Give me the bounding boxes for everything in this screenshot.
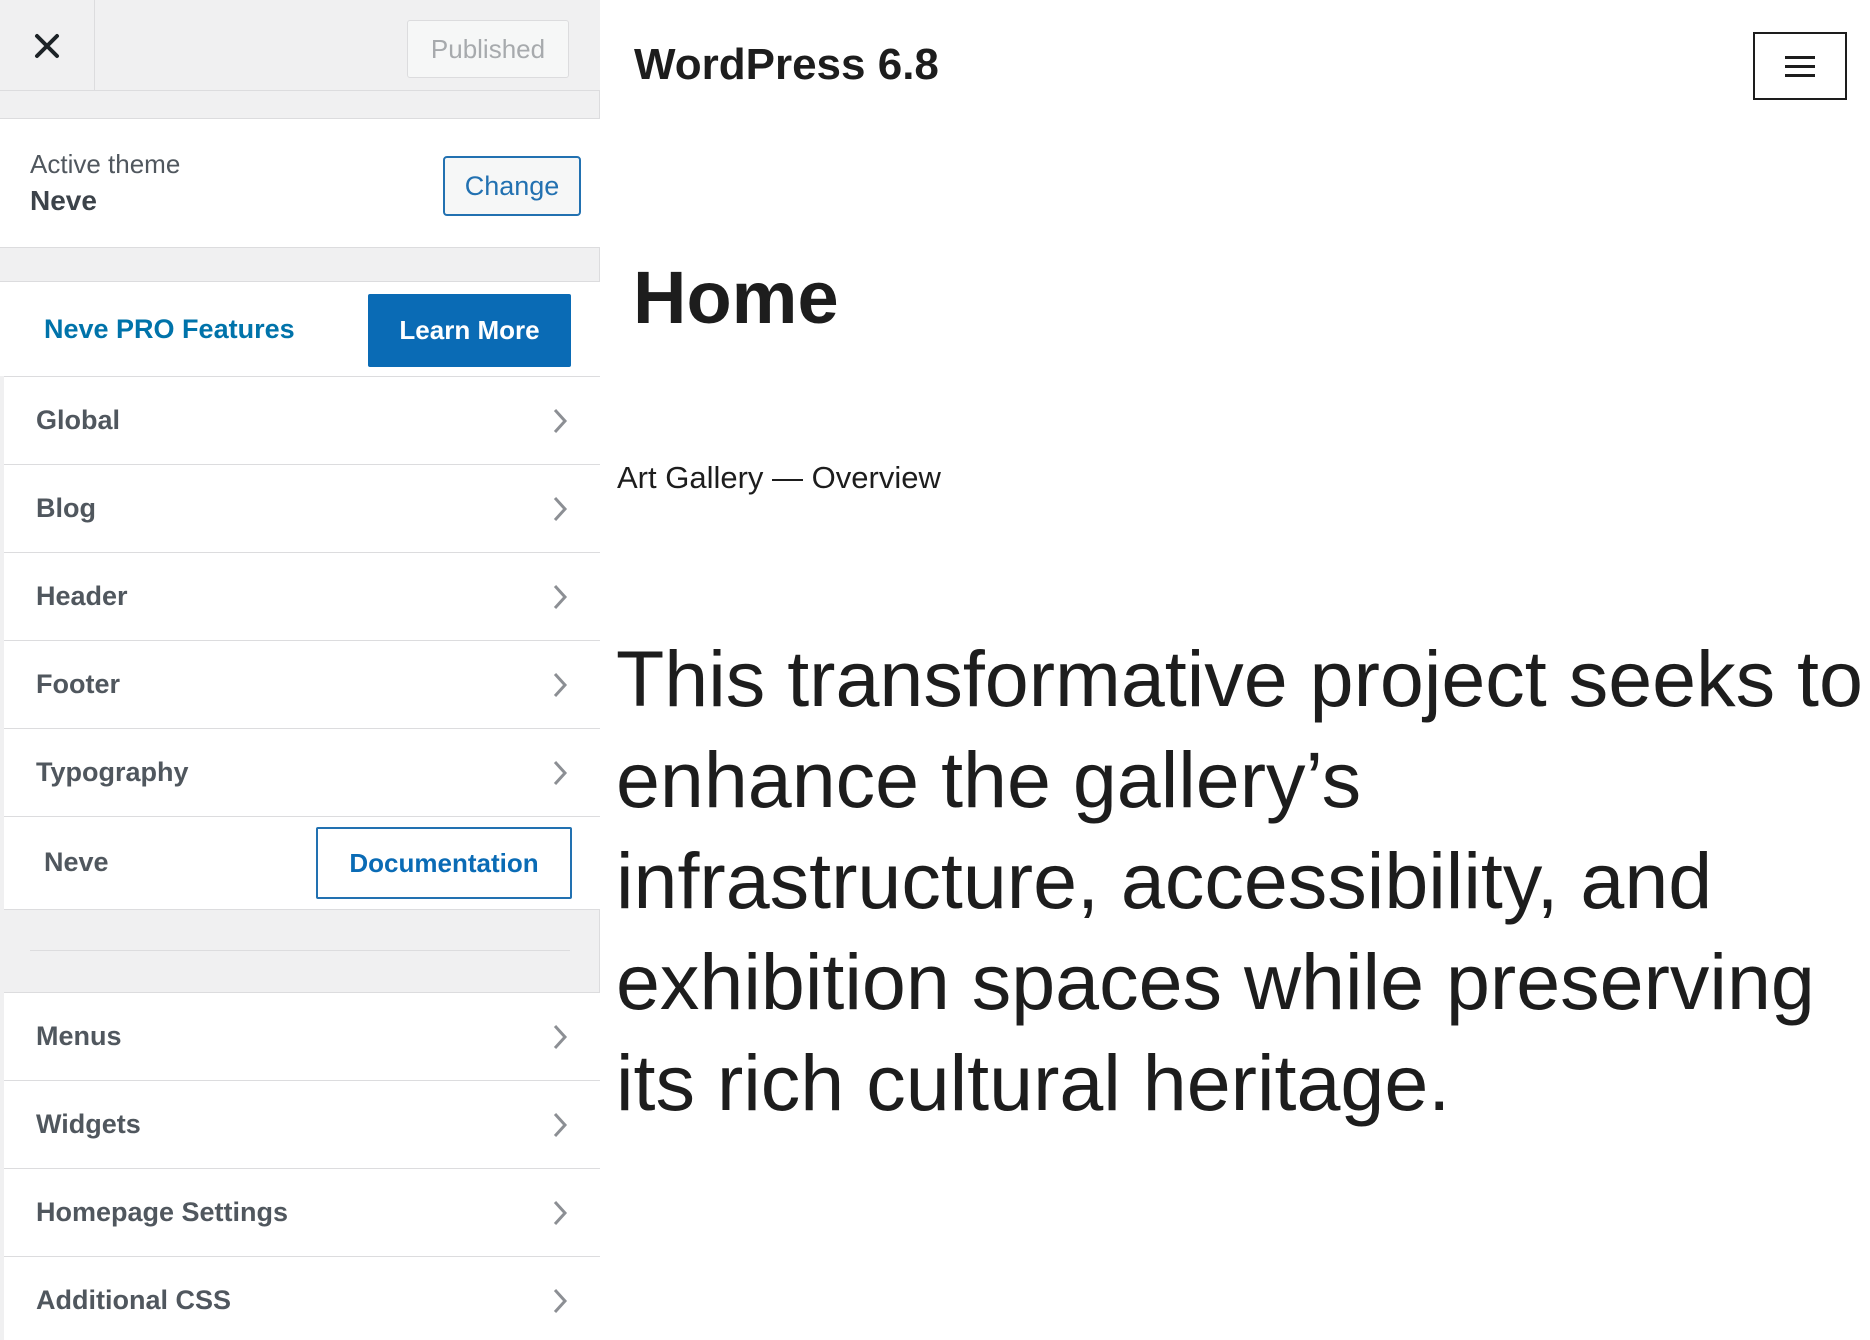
section-item-footer[interactable]: Footer [4,640,600,728]
section-item-label: Widgets [36,1109,141,1139]
chevron-right-icon [553,408,568,434]
section-item-label: Global [36,405,121,435]
chevron-right-icon [553,760,568,786]
customizer-sidebar: Published Active theme Neve Change Neve … [0,0,600,1340]
section-item-blog[interactable]: Blog [4,464,600,552]
section-item-label: Menus [36,1021,122,1051]
section-item-additional-css[interactable]: Additional CSS [4,1256,600,1340]
chevron-right-icon [553,1200,568,1226]
documentation-row: Neve Documentation [4,816,600,910]
section-item-label: Footer [36,669,120,699]
hamburger-menu-icon [1785,64,1815,68]
customizer-header: Published [0,0,600,91]
hamburger-menu-icon [1785,55,1815,59]
site-preview: WordPress 6.8 Home Art Gallery — Overvie… [601,0,1870,1340]
active-theme-panel: Active theme Neve Change [0,118,600,248]
site-title[interactable]: WordPress 6.8 [634,40,939,90]
section-item-typography[interactable]: Typography [4,728,600,816]
section-item-global[interactable]: Global [4,376,600,464]
divider [30,950,570,951]
section-item-header[interactable]: Header [4,552,600,640]
change-theme-button[interactable]: Change [443,156,581,216]
section-item-widgets[interactable]: Widgets [4,1080,600,1168]
hamburger-menu-button[interactable] [1753,32,1847,100]
section-item-label: Additional CSS [36,1285,231,1315]
page-subtitle: Art Gallery — Overview [617,460,941,495]
section-item-label: Blog [36,493,96,523]
section-item-homepage-settings[interactable]: Homepage Settings [4,1168,600,1256]
section-item-label: Header [36,581,128,611]
section-item-menus[interactable]: Menus [4,992,600,1080]
published-button[interactable]: Published [407,20,569,78]
page-body-text: This transformative project seeks to enh… [616,634,1863,1127]
close-icon [35,33,59,58]
chevron-right-icon [553,584,568,610]
documentation-row-label: Neve [44,847,109,877]
chevron-right-icon [553,1288,568,1314]
theme-name: Neve [30,185,97,216]
chevron-right-icon [553,1112,568,1138]
active-theme-label: Active theme [30,149,181,179]
pro-features-label: Neve PRO Features [44,314,295,344]
learn-more-button[interactable]: Learn More [368,294,571,367]
pro-features-row: Neve PRO Features Learn More [0,281,600,376]
chevron-right-icon [553,496,568,522]
chevron-right-icon [553,1024,568,1050]
documentation-button[interactable]: Documentation [316,827,572,899]
hamburger-menu-icon [1785,73,1815,77]
page-title: Home [633,256,839,339]
section-item-label: Typography [36,757,189,787]
section-item-label: Homepage Settings [36,1197,289,1227]
close-button[interactable] [0,0,95,91]
chevron-right-icon [553,672,568,698]
